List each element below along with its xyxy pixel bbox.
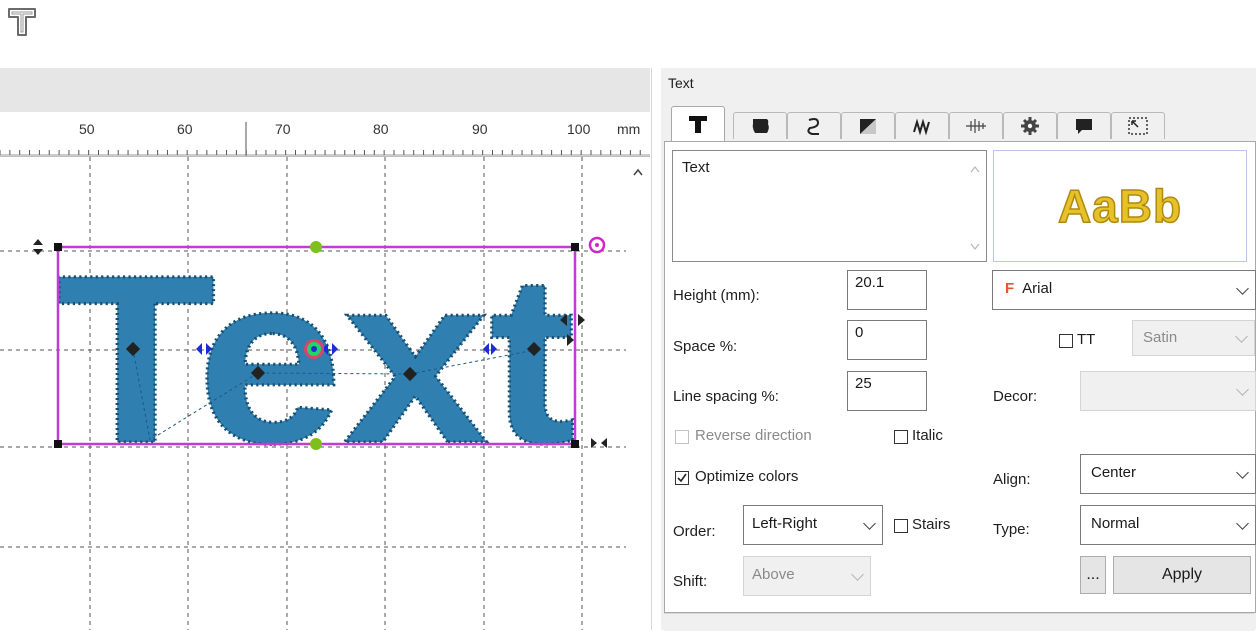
italic-label: Italic [912, 427, 943, 444]
chevron-down-icon [851, 568, 864, 581]
chevron-down-icon [1236, 466, 1249, 479]
chevron-down-icon [1235, 330, 1248, 343]
font-icon: F [1005, 280, 1015, 297]
design-canvas[interactable]: Text [0, 157, 626, 630]
tab-text[interactable] [671, 106, 725, 141]
order-select[interactable]: Left-Right [743, 505, 883, 545]
tab-bar [671, 106, 1251, 142]
tab-path[interactable] [787, 112, 841, 139]
decor-select[interactable] [1080, 371, 1256, 411]
checkmark-icon [677, 473, 687, 483]
decor-label: Decor: [993, 388, 1038, 405]
tab-shape[interactable] [733, 112, 787, 139]
tab-settings[interactable] [1003, 112, 1057, 139]
stairs-checkbox[interactable] [894, 519, 908, 533]
shift-value: Above [752, 566, 795, 583]
chevron-down-icon [1236, 383, 1249, 396]
chevron-down-icon [863, 517, 876, 530]
stairs-label: Stairs [912, 516, 951, 533]
reverse-direction-checkbox[interactable] [675, 430, 689, 444]
space-field[interactable]: 0 [847, 320, 927, 360]
more-options-button[interactable]: ... [1080, 556, 1106, 594]
apply-button[interactable]: Apply [1113, 556, 1251, 594]
align-label: Align: [993, 471, 1031, 488]
tab-effects[interactable] [949, 112, 1003, 139]
font-select[interactable]: F Arial [992, 270, 1256, 310]
tt-checkbox[interactable] [1059, 334, 1073, 348]
tt-label: TT [1077, 331, 1096, 348]
height-label: Height (mm): [673, 287, 760, 304]
space-label: Space %: [673, 338, 738, 355]
ruler-ticks [0, 122, 650, 156]
type-value: Normal [1091, 515, 1140, 532]
fill-tab-icon [860, 119, 876, 134]
effects-tab-icon [966, 119, 986, 133]
panel-title: Text [668, 75, 694, 91]
canvas-drawing: Text [0, 157, 626, 630]
chevron-down-icon [1236, 282, 1249, 295]
scroll-up-icon[interactable] [633, 168, 643, 176]
italic-checkbox[interactable] [894, 430, 908, 444]
reverse-direction-label: Reverse direction [695, 427, 812, 444]
height-field[interactable]: 20.1 [847, 270, 927, 310]
type-label: Type: [993, 521, 1030, 538]
align-select[interactable]: Center [1080, 454, 1256, 494]
embroidery-text[interactable]: Text [55, 224, 578, 495]
text-tab-content: Text AaBb Height (mm): 20.1 F Arial Space… [664, 141, 1256, 613]
shift-label: Shift: [673, 573, 708, 590]
type-select[interactable]: Normal [1080, 505, 1256, 545]
comment-tab-icon [1076, 119, 1092, 134]
canvas-header [0, 68, 650, 113]
tab-comment[interactable] [1057, 112, 1111, 139]
panel-status-strip [664, 613, 1254, 631]
tab-stitch[interactable] [895, 112, 949, 139]
order-label: Order: [673, 523, 716, 540]
preview-text: AaBb [1057, 179, 1183, 233]
scroll-down-icon[interactable] [970, 243, 980, 251]
shape-tab-icon [752, 119, 769, 133]
line-spacing-label: Line spacing %: [673, 388, 779, 405]
font-preview: AaBb [993, 150, 1247, 262]
stitch-type-select[interactable]: Satin [1132, 320, 1255, 356]
text-tab-icon [689, 116, 707, 133]
stitch-tab-icon [913, 118, 930, 136]
scroll-up-icon[interactable] [970, 165, 980, 173]
size-tab-icon [1128, 117, 1148, 135]
settings-tab-icon [1021, 117, 1039, 135]
shift-select[interactable]: Above [743, 556, 871, 596]
stitched-text: Text [56, 225, 576, 493]
center-handle-icon [304, 339, 324, 359]
path-tab-icon [807, 118, 820, 135]
text-tool-icon[interactable] [6, 6, 38, 38]
rotate-handle-icon [588, 236, 606, 254]
chevron-down-icon [1236, 517, 1249, 530]
stitch-type-value: Satin [1143, 329, 1178, 346]
optimize-colors-label: Optimize colors [695, 468, 799, 485]
text-input-value[interactable]: Text [682, 159, 710, 176]
order-value: Left-Right [752, 515, 818, 532]
optimize-colors-checkbox[interactable] [675, 471, 689, 485]
vertical-scrollbar[interactable] [626, 157, 650, 630]
align-value: Center [1091, 464, 1137, 481]
tab-size[interactable] [1111, 112, 1165, 139]
tab-fill[interactable] [841, 112, 895, 139]
text-properties-panel: Text Text AaBb Height (mm): 20.1 F Arial… [661, 68, 1256, 631]
font-name: Arial [1022, 280, 1053, 297]
horizontal-ruler: 50 60 70 80 90 100 mm [0, 112, 650, 157]
line-spacing-field[interactable]: 25 [847, 371, 927, 411]
text-input-box[interactable]: Text [672, 150, 987, 262]
